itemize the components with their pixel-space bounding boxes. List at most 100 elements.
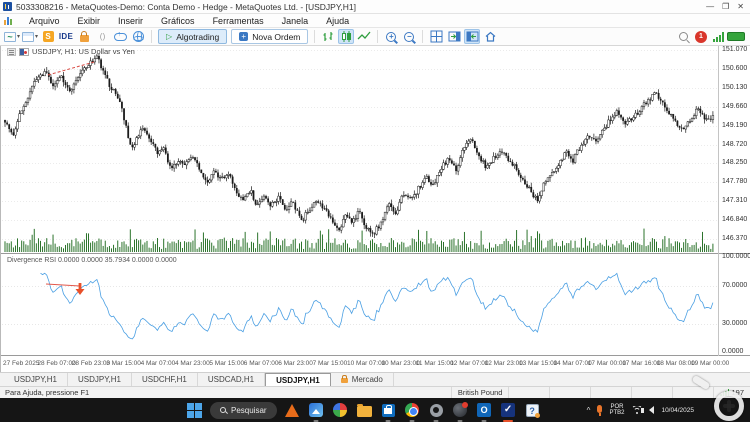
metatrader-app-button[interactable]: ✓ — [500, 402, 517, 422]
vlc-app-button[interactable] — [284, 402, 301, 419]
chrome-icon — [405, 403, 420, 417]
chart-tab-usdjpy-h1-4[interactable]: USDJPY,H1 — [265, 373, 331, 386]
file-explorer-button[interactable] — [356, 402, 373, 419]
ms-store-button[interactable] — [380, 402, 397, 422]
connection-signal-icon — [713, 31, 724, 42]
minimize-button[interactable]: — — [706, 2, 714, 12]
windows-logo-icon — [187, 402, 202, 418]
time-axis-label: 4 Mar 07:00 — [140, 360, 176, 367]
menu-item-ajuda[interactable]: Ajuda — [317, 15, 358, 27]
broadcast-button[interactable]: ( ) — [94, 29, 110, 44]
symbol-header: USDJPY, H1: US Dollar vs Yen — [7, 47, 135, 56]
language-indicator[interactable]: POR PTB2 — [609, 404, 624, 417]
settings-app-button[interactable] — [428, 402, 445, 422]
metaeditor-button[interactable]: IDE — [58, 29, 74, 44]
price-axis-label: 150.130 — [722, 83, 748, 91]
menu-item-inserir[interactable]: Inserir — [109, 15, 152, 27]
search-icon — [678, 32, 688, 41]
menu-item-janela[interactable]: Janela — [273, 15, 318, 27]
microphone-icon[interactable] — [597, 405, 603, 416]
maximize-button[interactable]: ❐ — [722, 2, 729, 12]
line-chart-type-button[interactable] — [356, 29, 372, 44]
price-axis-label: 149.660 — [722, 102, 748, 110]
windows-taskbar: Pesquisar O ✓ ? ^ POR PTB2 10/04/2025 — [0, 374, 750, 422]
community-button[interactable] — [130, 29, 146, 44]
price-axis-label: 147.310 — [722, 197, 748, 205]
chevron-down-icon: ▾ — [17, 34, 21, 40]
chart-tab-mercado-5[interactable]: Mercado — [331, 373, 394, 386]
connection-quality-icon — [727, 32, 745, 41]
price-axis-label: 151.070 — [722, 46, 748, 53]
home-button[interactable] — [482, 29, 498, 44]
dock-right-button[interactable] — [446, 29, 462, 44]
photos-icon — [309, 403, 324, 417]
chart-tab-usdcad-h1-3[interactable]: USDCAD,H1 — [198, 373, 266, 386]
photos-app-button[interactable] — [308, 402, 325, 422]
tray-expand-chevron[interactable]: ^ — [587, 406, 591, 415]
menu-item-arquivo[interactable]: Arquivo — [20, 15, 69, 27]
chart-tab-usdjpy-h1-0[interactable]: USDJPY,H1 — [4, 373, 68, 386]
time-axis-label: 7 Mar 15:00 — [312, 360, 348, 367]
status-cell — [508, 387, 549, 398]
styler-button[interactable]: S — [40, 29, 56, 44]
chart-region: USDJPY, H1: US Dollar vs Yen Divergence … — [0, 46, 750, 372]
nova-ordem-button[interactable]: + Nova Ordem — [231, 29, 309, 44]
chart-window-icon[interactable] — [4, 16, 14, 25]
pinwheel-app-button[interactable] — [332, 402, 349, 419]
chart-tab-usdjpy-h1-1[interactable]: USDJPY,H1 — [68, 373, 132, 386]
price-axis-label: 150.600 — [722, 64, 748, 72]
zoom-in-icon: + — [386, 31, 397, 42]
time-axis-label: 11 Mar 15:00 — [415, 360, 454, 367]
home-icon — [485, 31, 496, 42]
cloud-upload-button[interactable] — [112, 29, 128, 44]
tab-label: USDJPY,H1 — [77, 375, 121, 384]
candlestick-type-button[interactable] — [338, 29, 355, 44]
price-axis-label: 148.720 — [722, 140, 748, 148]
menu-item-ferramentas[interactable]: Ferramentas — [204, 15, 273, 27]
time-axis-label: 3 Mar 15:00 — [106, 360, 141, 367]
menu-item-graficos[interactable]: Gráficos — [152, 15, 204, 27]
outlook-app-button[interactable]: O — [476, 402, 493, 422]
zoom-out-icon: − — [404, 31, 415, 42]
price-chart-canvas[interactable] — [1, 46, 750, 372]
indicators-button[interactable]: ~ ▾ — [4, 29, 20, 44]
close-button[interactable]: ✕ — [737, 2, 744, 12]
time-axis-label: 13 Mar 15:00 — [519, 360, 558, 367]
search-button[interactable] — [675, 29, 691, 44]
rsi-axis-label: 100.0000 — [722, 253, 750, 260]
clock-date[interactable]: 10/04/2025 — [661, 407, 694, 414]
help-app-button[interactable]: ? — [524, 402, 541, 419]
zoom-out-button[interactable]: − — [401, 29, 417, 44]
rsi-axis-label: 0.0000 — [722, 348, 744, 355]
chevron-down-icon: ▾ — [35, 34, 39, 40]
style-icon: S — [42, 31, 54, 42]
bar-chart-type-button[interactable] — [320, 29, 336, 44]
chart-context-icon[interactable] — [7, 47, 16, 56]
notifications-button[interactable]: 1 — [693, 29, 709, 44]
time-axis-label: 6 Mar 07:00 — [243, 360, 279, 367]
new-chart-button[interactable]: ▾ — [22, 29, 38, 44]
chart-icon — [22, 31, 35, 42]
tab-label: USDCHF,H1 — [141, 375, 187, 384]
time-axis-label: 27 Feb 2025 — [3, 360, 40, 367]
metatrader-icon: ✓ — [501, 403, 516, 417]
algotrading-button[interactable]: ▷ Algotrading — [158, 29, 228, 44]
tile-windows-button[interactable] — [428, 29, 444, 44]
vlc-icon — [285, 403, 300, 417]
rsi-axis-label: 70.0000 — [722, 281, 748, 289]
dock-left-button[interactable] — [464, 29, 481, 44]
lock-button[interactable] — [76, 29, 92, 44]
search-icon — [220, 407, 226, 413]
help-icon: ? — [525, 403, 540, 418]
zoom-in-button[interactable]: + — [383, 29, 399, 44]
time-axis-label: 10 Mar 23:00 — [381, 360, 420, 367]
taskbar-search[interactable]: Pesquisar — [210, 401, 277, 419]
chrome-app-button[interactable] — [404, 402, 421, 422]
start-button[interactable] — [186, 402, 203, 419]
dock-right-icon — [448, 31, 461, 42]
menu-item-exibir[interactable]: Exibir — [69, 15, 110, 27]
chart-tab-usdchf-h1-2[interactable]: USDCHF,H1 — [132, 373, 198, 386]
recorder-app-button[interactable] — [452, 402, 469, 422]
speaker-icon[interactable] — [641, 406, 655, 414]
time-axis-label: 4 Mar 23:00 — [175, 360, 210, 367]
